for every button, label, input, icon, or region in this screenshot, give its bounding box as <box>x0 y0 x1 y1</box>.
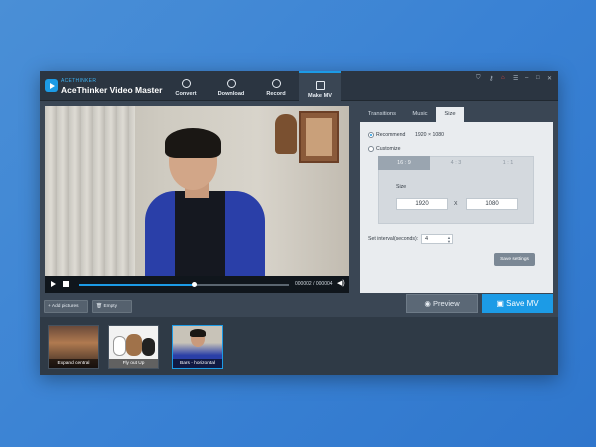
cart-icon[interactable]: ⛉ <box>476 75 481 82</box>
app-logo-icon <box>45 79 58 92</box>
bear-white-graphic <box>113 336 126 356</box>
volume-icon[interactable]: ◀) <box>337 280 345 288</box>
settings-icon[interactable]: ☰ <box>513 75 518 82</box>
recommend-radio[interactable] <box>368 132 374 138</box>
thumbnail-caption: Bars - horizontal <box>173 359 222 368</box>
eye-icon: ◉ <box>424 299 433 308</box>
video-subject-shirt <box>175 191 225 276</box>
make-mv-icon <box>315 81 325 90</box>
interval-stepper[interactable]: 4 ▲ ▼ <box>421 234 453 244</box>
nav-tab-label: Convert <box>175 91 197 97</box>
save-mv-label: Save MV <box>506 299 539 308</box>
play-icon[interactable] <box>51 281 56 287</box>
progress-track[interactable] <box>79 282 289 287</box>
add-pictures-button[interactable]: + Add pictures <box>44 300 88 313</box>
convert-icon <box>181 79 191 88</box>
customize-radio[interactable] <box>368 146 374 152</box>
recommend-value: 1920 × 1080 <box>415 132 444 138</box>
video-background-curtain <box>45 106 135 276</box>
video-background-clock <box>275 114 297 154</box>
close-icon[interactable]: ✕ <box>547 75 552 82</box>
video-preview[interactable] <box>45 106 349 276</box>
bear-panda-graphic <box>142 338 155 356</box>
tab-size[interactable]: Size <box>436 107 464 122</box>
thumbnail-caption: Fly out Up <box>109 359 158 368</box>
thumbnail-item-selected[interactable]: Bars - horizontal <box>172 325 223 369</box>
thumbnail-caption: Expand central <box>49 359 98 368</box>
record-icon <box>271 79 281 88</box>
maximize-icon[interactable]: □ <box>536 75 540 81</box>
thumbnail-item[interactable]: Expand central <box>48 325 99 369</box>
save-mv-button[interactable]: ▣ Save MV <box>482 294 553 313</box>
interval-label: Set interval(seconds): <box>368 236 419 242</box>
nav-tab-label: Make MV <box>308 93 332 99</box>
customize-label: Customize <box>376 146 401 152</box>
gift-icon[interactable]: ⌂ <box>501 75 505 81</box>
preview-label: Preview <box>432 299 460 308</box>
stepper-arrows-icon[interactable]: ▲ ▼ <box>447 236 451 244</box>
app-window: ACETHINKER AceThinker Video Master Conve… <box>40 71 558 375</box>
save-icon: ▣ <box>496 299 507 308</box>
size-label: Size <box>396 184 407 190</box>
settings-tabs: Transitions Music Size <box>360 107 553 122</box>
empty-button[interactable]: 🗑 Empty <box>92 300 132 313</box>
ratio-4-3[interactable]: 4 : 3 <box>430 156 482 170</box>
player-controls: 000002 / 000004 ◀) <box>45 276 349 293</box>
nav-tab-make-mv[interactable]: Make MV <box>299 71 341 101</box>
empty-label: Empty <box>103 304 118 309</box>
app-title: AceThinker Video Master <box>61 85 163 95</box>
download-icon <box>226 79 236 88</box>
size-separator: X <box>454 201 458 207</box>
key-icon[interactable]: ⚷ <box>489 75 493 82</box>
thumbnail-person-hair <box>190 329 206 337</box>
recommend-label: Recommend <box>376 132 406 138</box>
nav-tab-record[interactable]: Record <box>255 71 297 101</box>
height-input[interactable]: 1080 <box>466 198 518 210</box>
minimize-icon[interactable]: – <box>525 75 528 81</box>
ratio-1-1[interactable]: 1 : 1 <box>482 156 534 170</box>
brand-small-label: ACETHINKER <box>61 78 97 84</box>
tab-music[interactable]: Music <box>404 107 436 122</box>
ratio-16-9[interactable]: 16 : 9 <box>378 156 430 170</box>
width-input[interactable]: 1920 <box>396 198 448 210</box>
thumbnail-item[interactable]: Fly out Up <box>108 325 159 369</box>
preview-button[interactable]: ◉ Preview <box>406 294 478 313</box>
video-background-frame <box>299 111 339 163</box>
add-pictures-label: Add pictures <box>51 304 79 309</box>
progress-knob[interactable] <box>192 282 197 287</box>
progress-fill <box>79 284 195 286</box>
save-settings-button[interactable]: Save settings <box>494 253 535 266</box>
video-subject-hair <box>165 128 221 158</box>
timecode: 000002 / 000004 <box>295 281 333 287</box>
title-bar: ACETHINKER AceThinker Video Master Conve… <box>40 71 558 101</box>
nav-tab-download[interactable]: Download <box>210 71 252 101</box>
stop-icon[interactable] <box>63 281 69 287</box>
tab-transitions[interactable]: Transitions <box>360 107 404 122</box>
nav-tab-label: Download <box>217 91 245 97</box>
interval-value: 4 <box>425 236 429 242</box>
nav-tab-convert[interactable]: Convert <box>165 71 207 101</box>
bear-brown-graphic <box>126 334 142 356</box>
nav-tab-label: Record <box>266 91 286 97</box>
